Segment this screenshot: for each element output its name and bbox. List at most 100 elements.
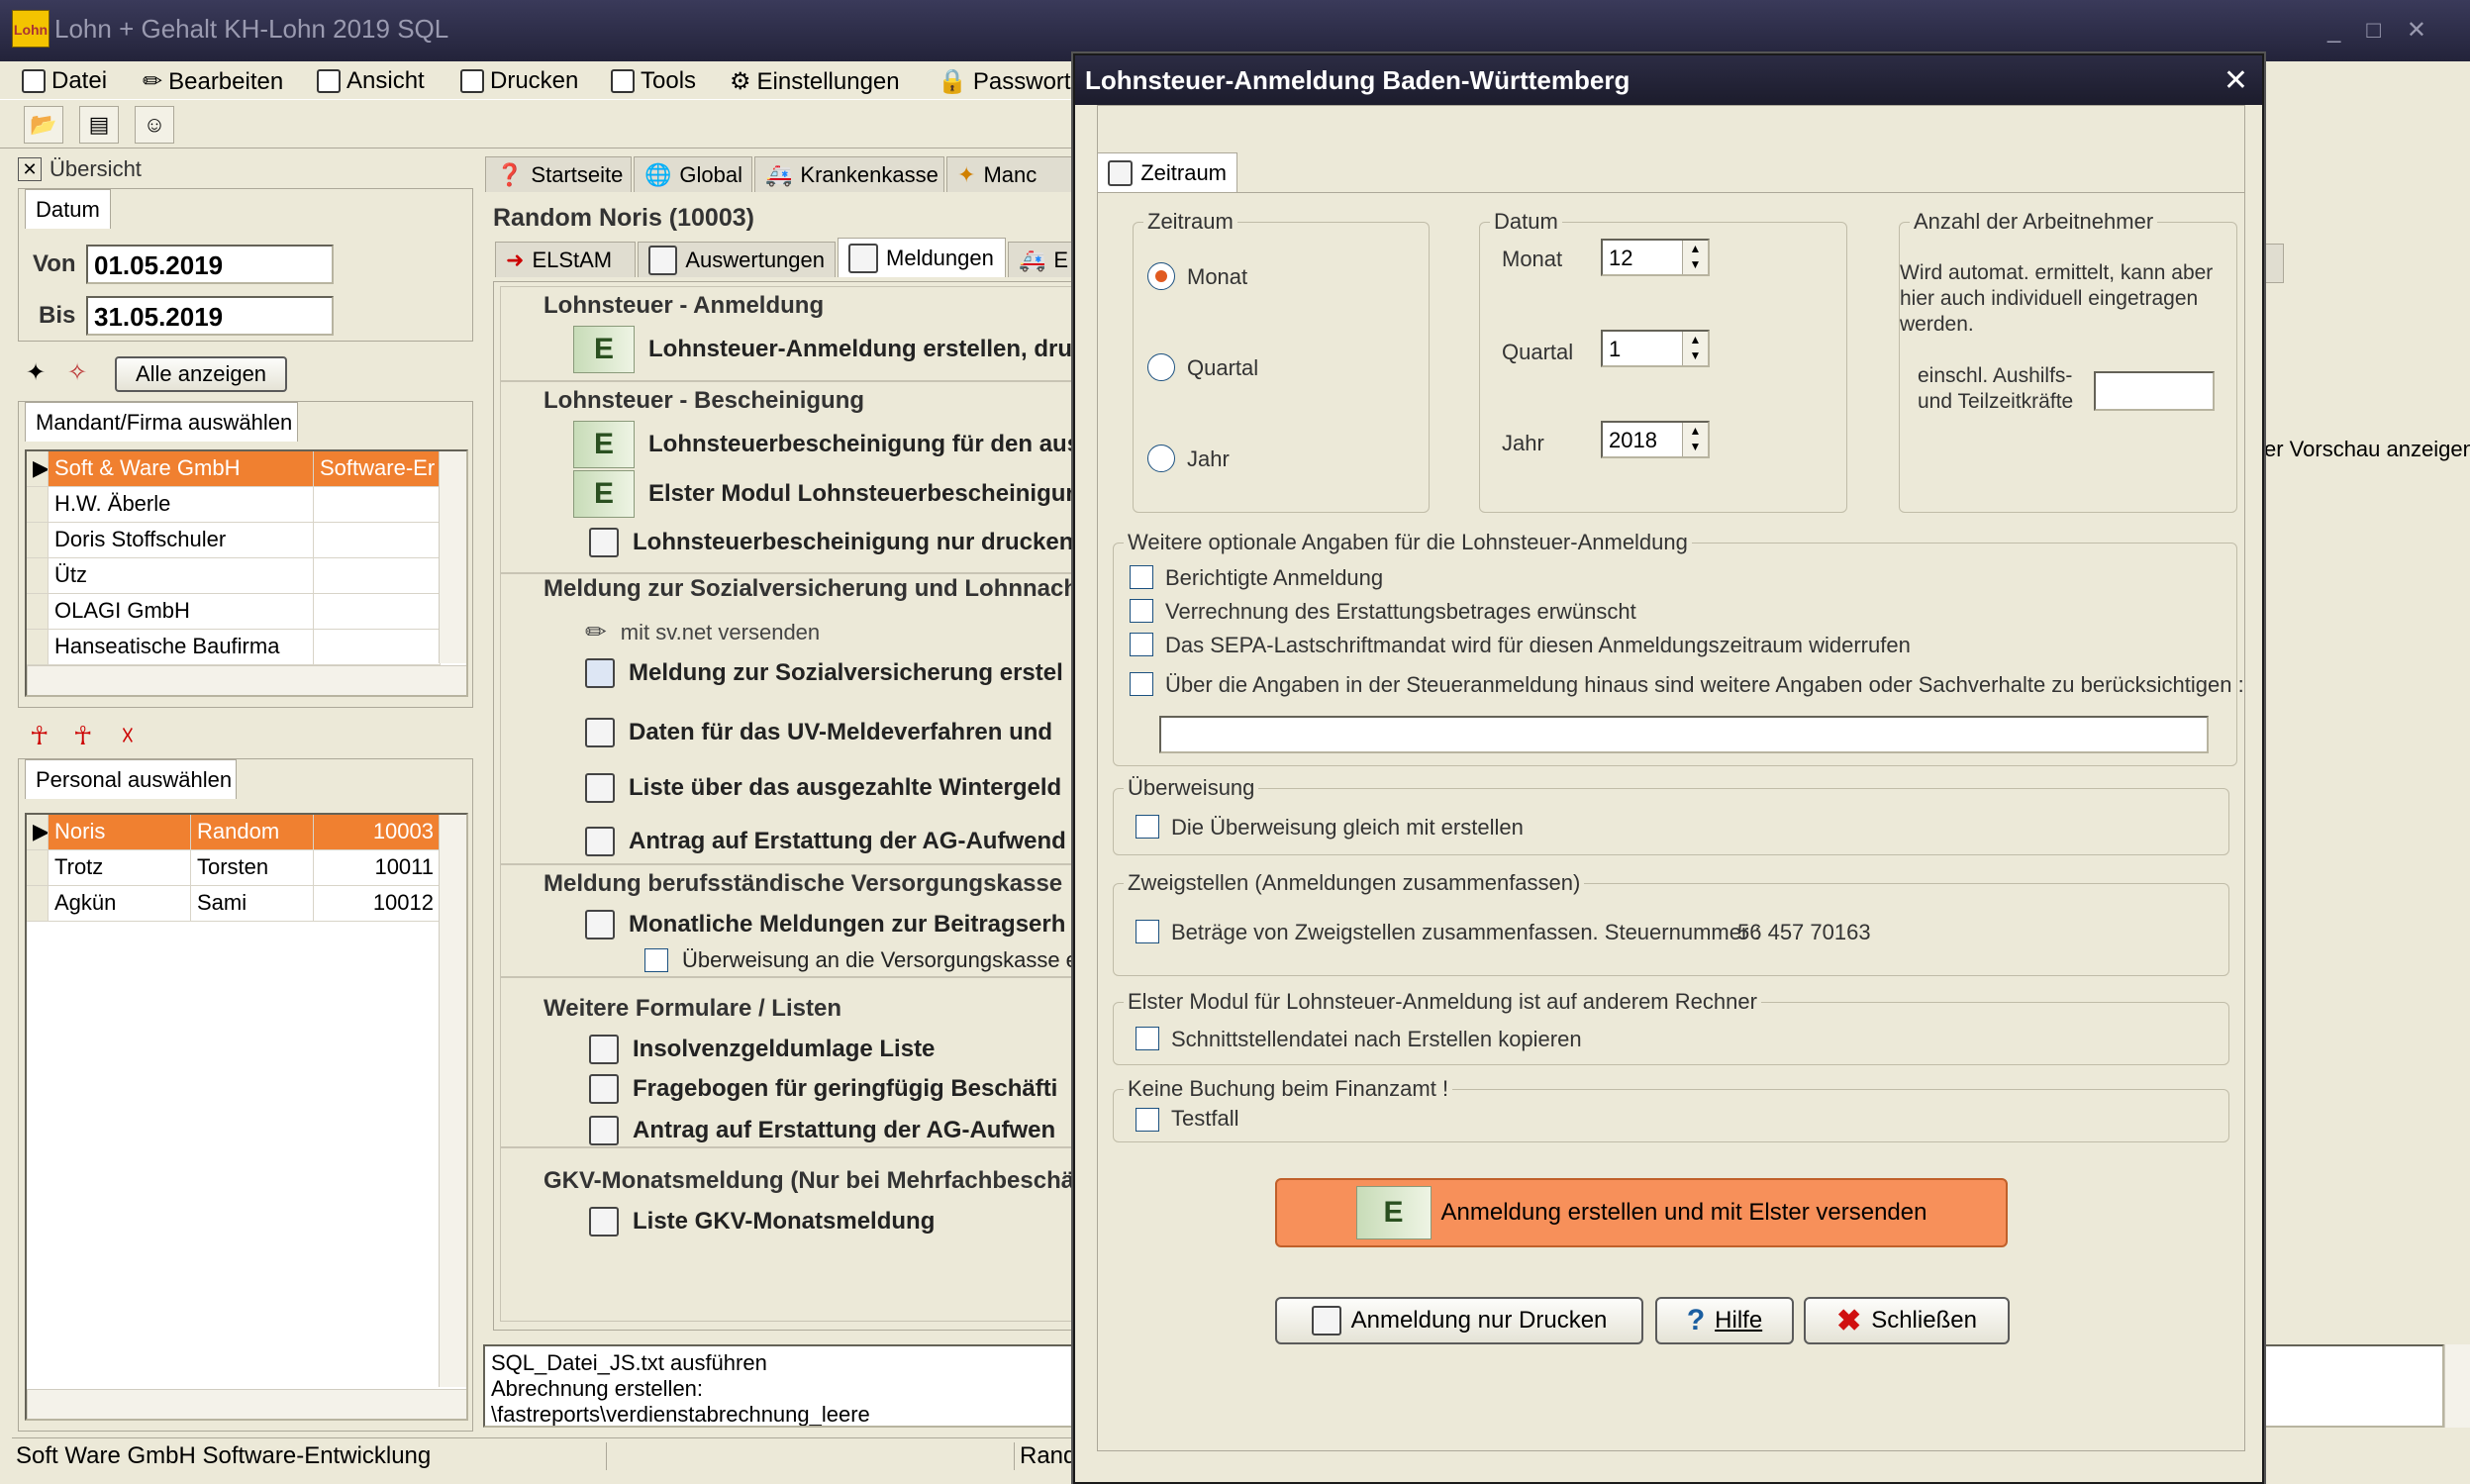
item-meldung-sozialversicherung[interactable]: Meldung zur Sozialversicherung erstel [585,658,1063,688]
status-divider [606,1442,607,1470]
zeitraum-group: Zeitraum Monat Quartal Jahr [1133,209,1430,513]
personal-row[interactable]: Agkün Sami 10012 [27,886,441,922]
personal-filter-bar: ☥ ☥ ☓ [18,715,473,758]
checkbox-schnittstellendatei[interactable] [1136,1027,1159,1050]
mandant-row[interactable]: Doris Stoffschuler [27,523,441,558]
item-antrag-aufwendungen[interactable]: Antrag auf Erstattung der AG-Aufwen [589,1116,1055,1145]
vertical-scrollbar[interactable] [439,451,466,663]
checkbox[interactable] [644,948,668,972]
item-liste-gkv[interactable]: Liste GKV-Monatsmeldung [589,1207,935,1237]
people-icon: ✦ [957,161,976,187]
log-line: SQL_Datei_JS.txt ausführen [491,1350,767,1375]
personal-row[interactable]: Trotz Torsten 10011 [27,850,441,886]
tab-elstam[interactable]: ➜ ELStAM [495,242,636,277]
aushilf-input[interactable] [2094,371,2215,411]
tab-auswertungen[interactable]: Auswertungen [638,242,836,277]
tab-global[interactable]: 🌐 Global [634,156,752,192]
menu-einstellungen[interactable]: ⚙ Einstellungen [730,67,900,96]
checkbox-sepa-widerruf[interactable] [1130,633,1153,656]
zweigstellen-group: Zweigstellen (Anmeldungen zusammenfassen… [1113,870,2229,976]
item-fragebogen[interactable]: Fragebogen für geringfügig Beschäfti [589,1074,1057,1104]
dialog-close-icon[interactable]: ✕ [2223,63,2248,98]
checkbox-zweigstellen[interactable] [1136,920,1159,943]
anmeldung-elster-button[interactable]: E Anmeldung erstellen und mit Elster ver… [1275,1178,2008,1247]
personal-row[interactable]: ▶ Noris Random 10003 [27,815,441,850]
spinner-arrows-icon[interactable]: ▲ ▼ [1682,241,1708,274]
open-folder-icon[interactable]: 📂 [24,106,63,144]
tab-mandant[interactable]: Mandant/Firma auswählen [25,402,298,442]
person-edit-icon[interactable]: ☥ [73,721,92,751]
radio-quartal[interactable] [1147,353,1175,381]
group-label: Datum [1490,209,1562,235]
vertical-scrollbar[interactable] [439,815,466,1387]
horizontal-scrollbar[interactable] [27,665,466,695]
help-button[interactable]: ? Hilfe [1655,1297,1794,1344]
item-uv-meldeverfahren[interactable]: Daten für das UV-Meldeverfahren und [585,718,1052,747]
checkbox-berichtigte-anmeldung[interactable] [1130,565,1153,589]
toolbar: 📂 ▤ ☺ [0,99,1079,148]
document-icon[interactable]: ▤ [79,106,119,144]
mandant-row[interactable]: ▶ Soft & Ware GmbH Software-Er [27,451,441,487]
checkbox-testfall[interactable] [1136,1108,1159,1132]
menu-tools[interactable]: Tools [611,67,696,95]
menu-datei[interactable]: Datei [22,67,107,95]
item-lohnsteuerbescheinigung-drucken[interactable]: Lohnsteuerbescheinigung nur drucken [589,528,1073,557]
menu-ansicht[interactable]: Ansicht [317,67,425,95]
radio-monat[interactable] [1147,262,1175,290]
anmeldung-drucken-button[interactable]: Anmeldung nur Drucken [1275,1297,1643,1344]
close-button[interactable]: ✖ Schließen [1804,1297,2010,1344]
spinner-arrows-icon[interactable]: ▲ ▼ [1682,423,1708,456]
quartal-spinner[interactable]: 1 ▲ ▼ [1601,330,1710,367]
von-label: Von [33,250,76,277]
item-lohnsteuerbescheinigung-ausgeben[interactable]: E Lohnsteuerbescheinigung für den ausg [573,421,1095,468]
von-date-input[interactable]: 01.05.2019 [86,245,334,284]
item-elster-modul-lohnsteuerbescheinigung[interactable]: E Elster Modul Lohnsteuerbescheinigung [573,470,1095,518]
close-icon[interactable]: ✕ [18,157,42,181]
show-all-button[interactable]: Alle anzeigen [115,356,287,392]
section-title-sozialversicherung: Meldung zur Sozialversicherung und Lohnn… [543,575,1079,602]
menu-drucken[interactable]: Drucken [460,67,578,95]
tab-krankenkasse[interactable]: 🚑 Krankenkasse [754,156,944,192]
jahr-spinner[interactable]: 2018 ▲ ▼ [1601,421,1710,458]
tab-startseite[interactable]: ❓ Startseite [485,156,632,192]
filter-icon[interactable]: ✦ [26,358,46,387]
menu-passwort[interactable]: 🔒 Passwort [938,67,1071,96]
mandant-row[interactable]: Ütz [27,558,441,594]
window-title: Lohn + Gehalt KH-Lohn 2019 SQL [54,14,449,44]
mandant-row[interactable]: Hanseatische Baufirma [27,630,441,665]
item-antrag-erstattung[interactable]: Antrag auf Erstattung der AG-Aufwend [585,827,1066,856]
horizontal-scrollbar[interactable] [27,1389,466,1419]
bis-date-input[interactable]: 31.05.2019 [86,296,334,336]
item-monatliche-meldungen[interactable]: Monatliche Meldungen zur Beitragserh [585,910,1065,940]
tab-more[interactable]: 🚑 E [1008,242,1073,277]
tab-zeitraum[interactable]: Zeitraum [1097,152,1237,192]
weitere-angaben-input[interactable] [1159,716,2209,753]
item-label: Liste GKV-Monatsmeldung [633,1208,936,1235]
checkbox-verrechnung[interactable] [1130,599,1153,623]
tab-meldungen[interactable]: Meldungen [838,238,1006,277]
item-svnet-versenden[interactable]: ✏ mit sv.net versenden [585,617,820,647]
tab-stub[interactable] [2264,244,2284,283]
mandant-row[interactable]: OLAGI GmbH [27,594,441,630]
checkbox-ueberweisung-versorgungskasse[interactable]: Überweisung an die Versorgungskasse er [644,947,1085,973]
menu-bearbeiten[interactable]: ✏ Bearbeiten [143,67,283,96]
item-liste-wintergeld[interactable]: Liste über das ausgezahlte Wintergeld [585,773,1061,803]
spinner-arrows-icon[interactable]: ▲ ▼ [1682,332,1708,365]
filter-clear-icon[interactable]: ✧ [67,358,87,387]
monat-spinner[interactable]: 12 ▲ ▼ [1601,239,1710,276]
vertical-scrollbar[interactable] [2444,1344,2470,1428]
tab-personal[interactable]: Personal auswählen [25,759,237,799]
tab-datum[interactable]: Datum [25,189,111,229]
person-delete-icon[interactable]: ☓ [121,721,135,751]
window-controls[interactable]: _□✕ [2327,16,2452,45]
checkbox-ueberweisung[interactable] [1136,815,1159,839]
item-insolvenzgeldumlage[interactable]: Insolvenzgeldumlage Liste [589,1035,935,1064]
users-icon[interactable]: ☺ [135,106,174,144]
item-lohnsteuer-anmeldung-erstellen[interactable]: E Lohnsteuer-Anmeldung erstellen, druck [573,326,1099,373]
item-label: Lohnsteuerbescheinigung nur drucken [633,529,1074,555]
person-add-icon[interactable]: ☥ [30,721,49,751]
tab-mandant[interactable]: ✦ Manc [946,156,1073,192]
checkbox-weitere-angaben[interactable] [1130,672,1153,696]
mandant-row[interactable]: H.W. Äberle [27,487,441,523]
radio-jahr[interactable] [1147,445,1175,472]
